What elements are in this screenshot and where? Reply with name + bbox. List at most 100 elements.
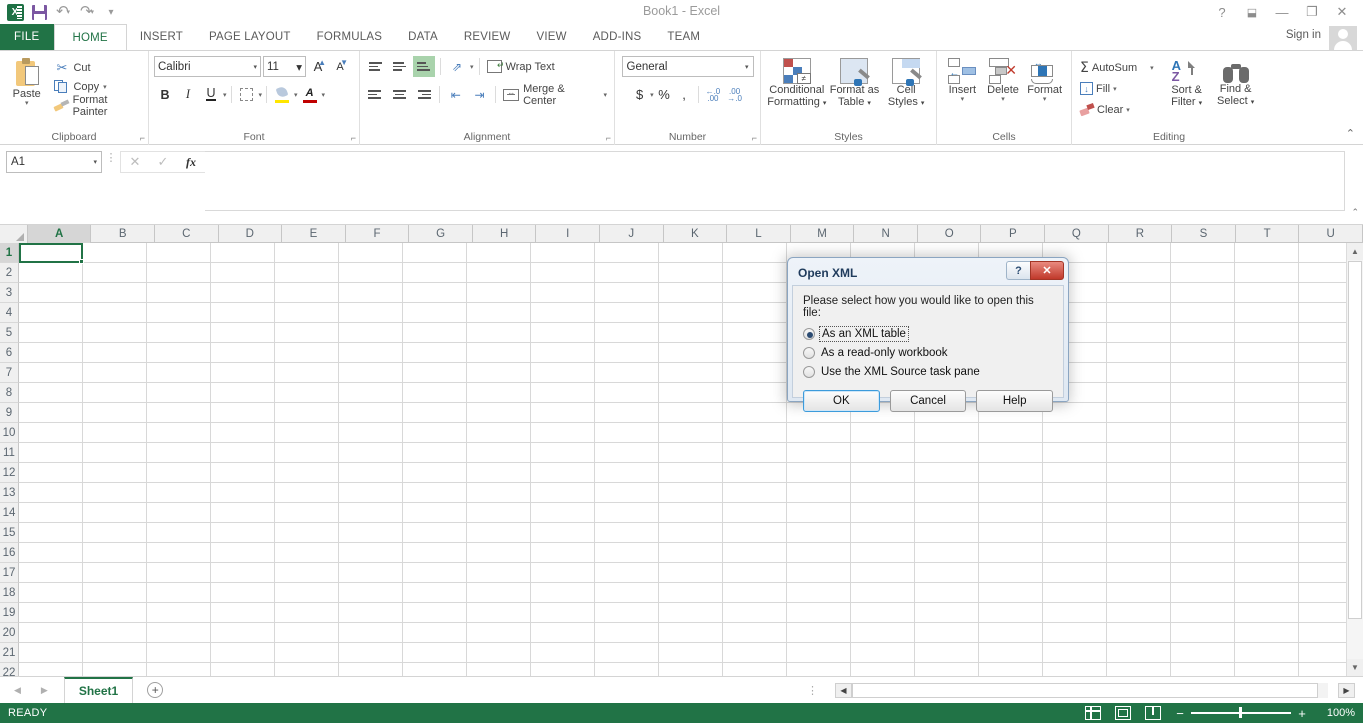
cell-H5[interactable] <box>467 323 531 343</box>
align-bottom-button[interactable] <box>413 56 435 77</box>
cell-S1[interactable] <box>1171 243 1235 263</box>
cell-F16[interactable] <box>339 543 403 563</box>
cell-I9[interactable] <box>531 403 595 423</box>
row-header-22[interactable]: 22 <box>0 663 19 676</box>
cell-H8[interactable] <box>467 383 531 403</box>
cell-T2[interactable] <box>1235 263 1299 283</box>
cell-R3[interactable] <box>1107 283 1171 303</box>
clear-dropdown-icon[interactable]: ▾ <box>1126 106 1130 114</box>
cell-F10[interactable] <box>339 423 403 443</box>
cell-H20[interactable] <box>467 623 531 643</box>
cell-M19[interactable] <box>787 603 851 623</box>
cell-R14[interactable] <box>1107 503 1171 523</box>
cell-S9[interactable] <box>1171 403 1235 423</box>
cell-R19[interactable] <box>1107 603 1171 623</box>
cell-I1[interactable] <box>531 243 595 263</box>
cell-M10[interactable] <box>787 423 851 443</box>
row-header-2[interactable]: 2 <box>0 263 19 283</box>
cell-partial[interactable] <box>339 663 403 676</box>
cell-R18[interactable] <box>1107 583 1171 603</box>
cell-D16[interactable] <box>211 543 275 563</box>
cell-O13[interactable] <box>915 483 979 503</box>
cell-partial[interactable] <box>275 663 339 676</box>
cell-P16[interactable] <box>979 543 1043 563</box>
cell-C5[interactable] <box>147 323 211 343</box>
cell-K1[interactable] <box>659 243 723 263</box>
row-header-3[interactable]: 3 <box>0 283 19 303</box>
cell-S16[interactable] <box>1171 543 1235 563</box>
cell-I12[interactable] <box>531 463 595 483</box>
decrease-font-size-button[interactable]: A ▼ <box>330 56 350 77</box>
cell-G16[interactable] <box>403 543 467 563</box>
cell-J4[interactable] <box>595 303 659 323</box>
cell-F3[interactable] <box>339 283 403 303</box>
cell-E16[interactable] <box>275 543 339 563</box>
align-center-button[interactable] <box>389 84 411 105</box>
cell-T16[interactable] <box>1235 543 1299 563</box>
cell-H18[interactable] <box>467 583 531 603</box>
cell-partial[interactable] <box>1171 663 1235 676</box>
cell-T20[interactable] <box>1235 623 1299 643</box>
cell-L14[interactable] <box>723 503 787 523</box>
cell-Q15[interactable] <box>1043 523 1107 543</box>
cell-H6[interactable] <box>467 343 531 363</box>
cell-I10[interactable] <box>531 423 595 443</box>
cell-T7[interactable] <box>1235 363 1299 383</box>
cell-D4[interactable] <box>211 303 275 323</box>
cell-O18[interactable] <box>915 583 979 603</box>
cell-C15[interactable] <box>147 523 211 543</box>
restore-icon[interactable]: ❐ <box>1297 2 1327 22</box>
row-header-6[interactable]: 6 <box>0 343 19 363</box>
cell-A19[interactable] <box>19 603 83 623</box>
chevron-down-icon[interactable]: ▾ <box>745 63 749 71</box>
cell-O15[interactable] <box>915 523 979 543</box>
copy-dropdown-icon[interactable]: ▾ <box>103 83 107 91</box>
cell-P17[interactable] <box>979 563 1043 583</box>
cell-J17[interactable] <box>595 563 659 583</box>
row-header-19[interactable]: 19 <box>0 603 19 623</box>
row-header-18[interactable]: 18 <box>0 583 19 603</box>
cell-R13[interactable] <box>1107 483 1171 503</box>
cell-I5[interactable] <box>531 323 595 343</box>
cell-F9[interactable] <box>339 403 403 423</box>
tab-add-ins[interactable]: ADD-INS <box>580 24 655 50</box>
cell-H1[interactable] <box>467 243 531 263</box>
cell-J6[interactable] <box>595 343 659 363</box>
format-dropdown-icon[interactable]: ▾ <box>1043 96 1047 103</box>
column-header-S[interactable]: S <box>1172 225 1236 243</box>
radio-option-read-only-workbook[interactable]: As a read-only workbook <box>803 343 1053 362</box>
cell-H4[interactable] <box>467 303 531 323</box>
cell-C11[interactable] <box>147 443 211 463</box>
cell-S11[interactable] <box>1171 443 1235 463</box>
cell-F18[interactable] <box>339 583 403 603</box>
cell-A12[interactable] <box>19 463 83 483</box>
cell-H10[interactable] <box>467 423 531 443</box>
cell-I3[interactable] <box>531 283 595 303</box>
cell-D13[interactable] <box>211 483 275 503</box>
cell-D11[interactable] <box>211 443 275 463</box>
column-header-N[interactable]: N <box>854 225 918 243</box>
cell-B20[interactable] <box>83 623 147 643</box>
align-top-button[interactable] <box>365 56 387 77</box>
radio-button-icon[interactable] <box>803 365 815 378</box>
column-header-D[interactable]: D <box>219 225 283 243</box>
cell-G8[interactable] <box>403 383 467 403</box>
underline-button[interactable]: U <box>200 84 222 105</box>
cell-J14[interactable] <box>595 503 659 523</box>
cell-D2[interactable] <box>211 263 275 283</box>
fill-dropdown-icon[interactable]: ▾ <box>1113 85 1117 93</box>
cell-K12[interactable] <box>659 463 723 483</box>
format-painter-button[interactable]: Format Painter <box>52 94 143 118</box>
cell-L2[interactable] <box>723 263 787 283</box>
cell-partial[interactable] <box>979 663 1043 676</box>
cell-F6[interactable] <box>339 343 403 363</box>
cell-T13[interactable] <box>1235 483 1299 503</box>
cell-N13[interactable] <box>851 483 915 503</box>
cell-T3[interactable] <box>1235 283 1299 303</box>
cell-J16[interactable] <box>595 543 659 563</box>
cell-N18[interactable] <box>851 583 915 603</box>
select-all-button[interactable] <box>0 225 28 243</box>
scroll-down-icon[interactable]: ▼ <box>1347 659 1363 676</box>
cell-L10[interactable] <box>723 423 787 443</box>
cell-P14[interactable] <box>979 503 1043 523</box>
